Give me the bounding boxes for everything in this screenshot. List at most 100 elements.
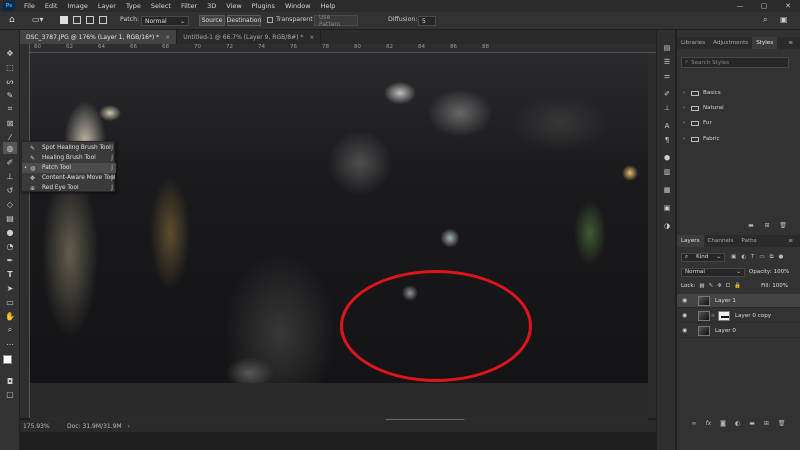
style-folder-fabric[interactable]: › Fabric [683, 134, 793, 144]
add-selection-icon[interactable] [73, 16, 81, 24]
lasso-tool-icon[interactable]: ᔕ [3, 75, 17, 87]
zoom-tool-icon[interactable]: ⌕ [3, 324, 17, 336]
type-tool-icon[interactable]: T [3, 268, 17, 280]
zoom-level[interactable]: 175.93% [23, 423, 63, 430]
fx-icon[interactable]: fx [705, 420, 711, 427]
menu-view[interactable]: View [221, 2, 246, 10]
brush-panel-icon[interactable]: ✐ [661, 88, 673, 99]
paragraph-icon[interactable]: ¶ [661, 134, 673, 145]
tab-libraries[interactable]: Libraries [677, 37, 709, 49]
home-icon[interactable]: ⌂ [9, 15, 15, 25]
info-icon[interactable]: ▣ [661, 202, 673, 213]
quick-mask-icon[interactable]: ◘ [3, 375, 17, 387]
swatches-icon[interactable]: ▥ [661, 166, 673, 177]
filter-shape-icon[interactable]: ▭ [759, 254, 764, 260]
menu-help[interactable]: Help [316, 2, 341, 10]
menu-3d[interactable]: 3D [202, 2, 221, 10]
more-tools-icon[interactable]: ⋯ [3, 338, 17, 350]
layer-row[interactable]: ◉ Layer 0 [677, 324, 800, 338]
maximize-button[interactable]: ▢ [752, 0, 776, 12]
menu-edit[interactable]: Edit [40, 2, 63, 10]
eye-icon[interactable]: ◉ [682, 312, 694, 319]
menu-select[interactable]: Select [146, 2, 176, 10]
flyout-item-patch[interactable]: • ◍ Patch Tool J [22, 163, 116, 173]
source-button[interactable]: Source [199, 15, 225, 26]
intersect-selection-icon[interactable] [99, 16, 107, 24]
menu-type[interactable]: Type [121, 2, 146, 10]
patch-mode-select[interactable]: Normal ⌄ [141, 16, 189, 26]
style-folder-natural[interactable]: › Natural [683, 103, 793, 113]
adjust-icon[interactable]: ⚌ [661, 70, 673, 81]
menu-plugins[interactable]: Plugins [247, 2, 280, 10]
eye-icon[interactable]: ◉ [682, 297, 694, 304]
foreground-color-swatch[interactable] [3, 355, 12, 364]
clone-source-icon[interactable]: ⊥ [661, 102, 673, 113]
trash-icon[interactable]: 🗑 [779, 222, 787, 229]
pen-tool-icon[interactable]: ✒ [3, 254, 17, 266]
flyout-item-content-aware-move[interactable]: ✥ Content-Aware Move Tool J [22, 173, 116, 183]
document-canvas[interactable] [30, 53, 648, 383]
lock-all-icon[interactable]: 🔒 [734, 283, 741, 289]
tab-dsc-3787[interactable]: DSC_3787.JPG @ 176% (Layer 1, RGB/16*) *… [20, 30, 178, 44]
character-icon[interactable]: A [661, 120, 673, 131]
use-pattern-button[interactable]: Use Pattern [314, 14, 358, 28]
close-window-button[interactable]: ✕ [776, 0, 800, 12]
new-group-icon[interactable]: ▬ [747, 222, 755, 229]
link-icon[interactable]: ∞ [691, 420, 696, 427]
path-selection-tool-icon[interactable]: ➤ [3, 282, 17, 294]
history-brush-tool-icon[interactable]: ↺ [3, 184, 17, 196]
minimize-button[interactable]: — [728, 0, 752, 12]
marquee-tool-icon[interactable]: ⬚ [3, 61, 17, 73]
flyout-item-red-eye[interactable]: ⊕ Red Eye Tool J [22, 183, 116, 193]
lock-pixels-icon[interactable]: ✎ [709, 283, 714, 289]
menu-file[interactable]: File [19, 2, 40, 10]
trash-icon[interactable]: 🗑 [778, 420, 786, 427]
mask-icon[interactable]: ◙ [720, 420, 726, 427]
tab-paths[interactable]: Paths [737, 235, 760, 247]
crop-tool-icon[interactable]: ⌗ [3, 103, 17, 115]
tab-adjustments[interactable]: Adjustments [709, 37, 752, 49]
panel-menu-icon[interactable]: ≡ [784, 37, 797, 49]
frame-tool-icon[interactable]: ⊠ [3, 117, 17, 129]
layer-row[interactable]: ◉ Layer 1 [677, 294, 800, 308]
group-icon[interactable]: ▬ [749, 420, 755, 427]
menu-filter[interactable]: Filter [176, 2, 202, 10]
new-layer-icon[interactable]: ⊞ [764, 420, 769, 427]
hand-tool-icon[interactable]: ✋ [3, 310, 17, 322]
flyout-item-spot-healing-brush[interactable]: ✎ Spot Healing Brush Tool J [22, 143, 116, 153]
new-selection-icon[interactable] [60, 16, 68, 24]
eraser-tool-icon[interactable]: ◇ [3, 198, 17, 210]
quick-select-tool-icon[interactable]: ✎ [3, 89, 17, 101]
filter-pixel-icon[interactable]: ▣ [731, 254, 736, 260]
tab-channels[interactable]: Channels [704, 235, 738, 247]
tab-layers[interactable]: Layers [677, 235, 704, 247]
lock-position-icon[interactable]: ✥ [717, 283, 722, 289]
workspace-icon[interactable]: ▣ [780, 15, 788, 24]
blur-tool-icon[interactable]: ● [3, 226, 17, 238]
style-folder-basics[interactable]: › Basics [683, 88, 793, 98]
dodge-tool-icon[interactable]: ◔ [3, 240, 17, 252]
glyphs-icon[interactable]: ▦ [661, 184, 673, 195]
menu-window[interactable]: Window [280, 2, 316, 10]
menu-image[interactable]: Image [62, 2, 92, 10]
close-icon[interactable]: × [309, 34, 314, 41]
close-icon[interactable]: × [165, 34, 170, 41]
screen-mode-icon[interactable]: ▢ [3, 388, 17, 400]
filter-smart-object-icon[interactable]: ⧉ [770, 254, 774, 261]
opacity-value[interactable]: 100% [774, 269, 790, 275]
vertical-scrollbar[interactable] [648, 53, 656, 418]
tab-untitled-1[interactable]: Untitled-1 @ 66.7% (Layer 9, RGB/8#) * × [177, 30, 322, 44]
shape-tool-icon[interactable]: ▭ [3, 296, 17, 308]
menu-layer[interactable]: Layer [93, 2, 121, 10]
link-icon[interactable]: ∞ [711, 313, 716, 319]
new-style-icon[interactable]: ⊞ [763, 222, 771, 229]
filter-adjustment-icon[interactable]: ◐ [741, 254, 746, 260]
patch-tool-icon[interactable]: ◍ [3, 142, 17, 154]
subtract-selection-icon[interactable] [86, 16, 94, 24]
diffusion-select[interactable]: 5 [418, 16, 436, 26]
properties-icon[interactable]: ☰ [661, 56, 673, 67]
lock-transparent-icon[interactable]: ▦ [699, 283, 704, 289]
navigator-icon[interactable]: ◑ [661, 220, 673, 231]
filter-toggle-icon[interactable]: ● [779, 254, 784, 260]
styles-search-input[interactable]: ⌕ Search Styles [681, 57, 789, 68]
